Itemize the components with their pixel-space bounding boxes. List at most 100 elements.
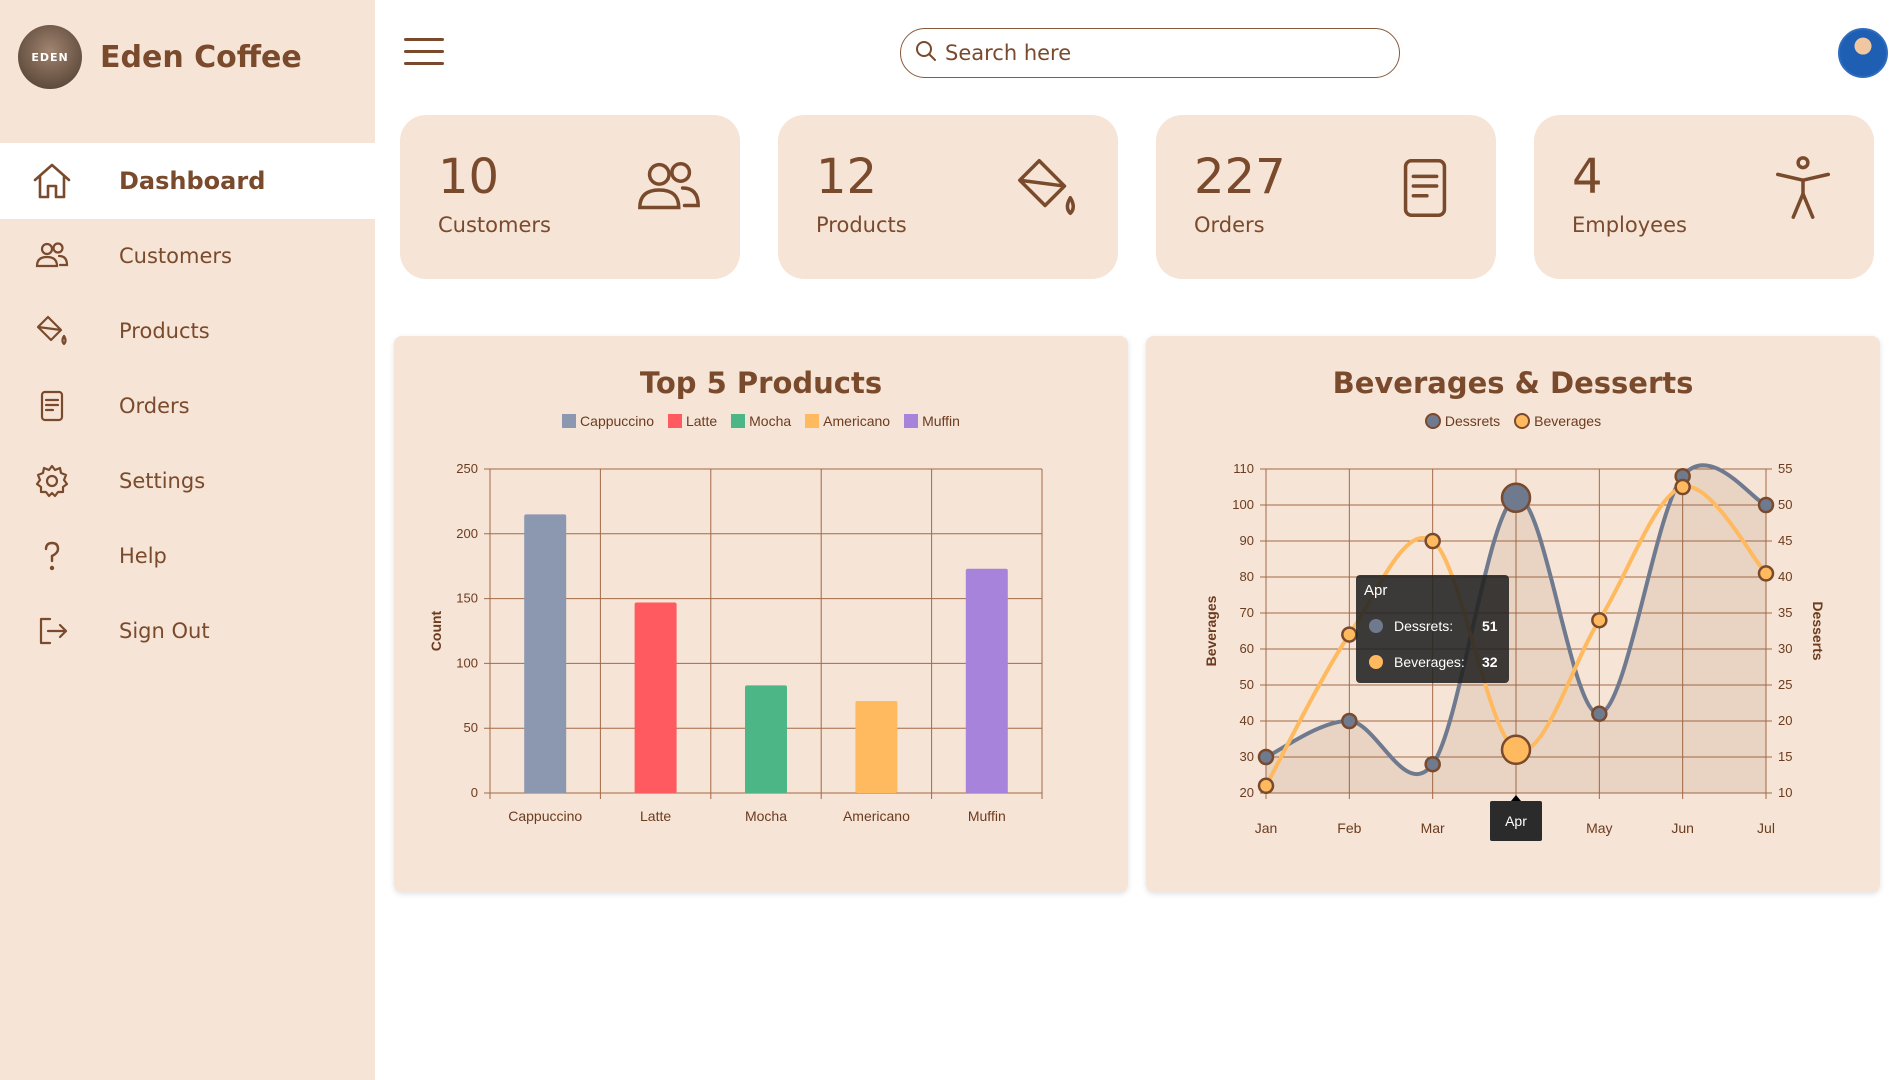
bar-chart: 0 50 100 150 200 250 Count Cappuccino Latte Mocha…	[428, 461, 1043, 824]
tooltip-value: 32	[1482, 654, 1498, 670]
y-tick-label: 50	[1240, 677, 1254, 692]
y-tick-label: 100	[1232, 497, 1254, 512]
top-products-panel: Top 5 Products Cappuccino Latte Mocha Ameri…	[394, 336, 1128, 892]
y-axis-title: Count	[428, 610, 444, 651]
x-tick-label: Cappuccino	[508, 808, 582, 824]
data-point	[1257, 748, 1275, 766]
x-tick-label: Mar	[1421, 820, 1445, 836]
sidebar: EDEN Eden Coffee Dashboard Customers Pro…	[0, 0, 375, 1080]
bar	[745, 685, 787, 793]
sidebar-item-customers[interactable]: Customers	[12, 218, 375, 293]
y2-tick-label: 45	[1778, 533, 1792, 548]
stat-card-customers[interactable]: 10 Customers	[400, 115, 740, 279]
users-icon	[32, 236, 72, 276]
data-point	[1591, 611, 1608, 629]
y-tick-label: 90	[1240, 533, 1254, 548]
y-tick-label: 150	[456, 591, 478, 606]
sidebar-item-label: Help	[119, 543, 167, 568]
y-tick-label: 80	[1240, 569, 1254, 584]
sidebar-item-label: Customers	[119, 243, 232, 268]
y2-tick-label: 35	[1778, 605, 1792, 620]
y-tick-label: 110	[1233, 461, 1254, 476]
hover-x-label: Apr	[1505, 813, 1527, 829]
sidebar-item-label: Settings	[119, 468, 206, 493]
data-point	[1424, 532, 1441, 550]
x-tick-label: Latte	[640, 808, 671, 824]
eden-logo: EDEN	[18, 25, 82, 89]
sidebar-item-help[interactable]: Help	[12, 518, 375, 593]
sidebar-item-orders[interactable]: Orders	[12, 368, 375, 443]
y2-tick-label: 55	[1778, 461, 1792, 476]
x-tick-label: Americano	[843, 808, 910, 824]
bar	[855, 700, 898, 793]
data-point	[1341, 712, 1358, 730]
y-tick-label: 40	[1240, 713, 1254, 728]
data-point	[1257, 777, 1275, 795]
home-icon	[32, 161, 72, 201]
sign-out-icon	[32, 611, 72, 651]
users-icon	[634, 153, 704, 223]
sidebar-item-dashboard[interactable]: Dashboard	[12, 143, 375, 218]
sidebar-item-label: Dashboard	[119, 166, 266, 195]
data-point	[1757, 496, 1775, 514]
y-tick-label: 60	[1240, 641, 1254, 656]
data-point	[1757, 565, 1775, 582]
stat-card-orders[interactable]: 227 Orders	[1156, 115, 1496, 279]
y-tick-label: 100	[456, 655, 478, 670]
data-point	[1674, 478, 1691, 496]
x-tick-label: Jan	[1255, 820, 1278, 836]
y-tick-label: 70	[1240, 605, 1254, 620]
tooltip-swatch	[1369, 619, 1383, 633]
y2-tick-label: 10	[1778, 785, 1792, 800]
paint-bucket-icon	[32, 311, 72, 351]
y2-tick-label: 20	[1778, 713, 1792, 728]
sidebar-item-products[interactable]: Products	[12, 293, 375, 368]
y-tick-label: 30	[1240, 749, 1254, 764]
sidebar-item-settings[interactable]: Settings	[12, 443, 375, 518]
stat-card-employees[interactable]: 4 Employees	[1534, 115, 1874, 279]
search-bar[interactable]	[900, 28, 1400, 78]
tooltip-label: Dessrets:	[1394, 618, 1453, 634]
beverages-desserts-panel: Beverages & Desserts Dessrets Beverages 2…	[1146, 336, 1880, 892]
x-tick-label: Jul	[1757, 820, 1775, 836]
x-tick-label: Muffin	[968, 808, 1006, 824]
x-tick-label: Jun	[1671, 820, 1694, 836]
y-tick-label: 250	[456, 461, 478, 476]
sidebar-item-sign-out[interactable]: Sign Out	[12, 593, 375, 668]
y2-tick-label: 50	[1778, 497, 1792, 512]
search-input[interactable]	[945, 41, 1385, 65]
x-tick-label: Mocha	[745, 808, 787, 824]
gear-icon	[32, 461, 72, 501]
avatar[interactable]	[1838, 28, 1888, 78]
data-point	[1500, 734, 1532, 766]
paint-bucket-icon	[1012, 153, 1082, 223]
x-tick-label: Feb	[1337, 820, 1361, 836]
y-tick-label: 50	[464, 720, 478, 735]
y2-tick-label: 30	[1778, 641, 1792, 656]
bar	[634, 602, 677, 793]
y2-tick-label: 25	[1778, 677, 1792, 692]
y2-tick-label: 15	[1778, 749, 1792, 764]
sidebar-item-label: Orders	[119, 393, 190, 418]
document-icon	[32, 386, 72, 426]
document-icon	[1390, 153, 1460, 223]
y2-axis-title: Desserts	[1810, 601, 1826, 660]
sidebar-item-label: Products	[119, 318, 210, 343]
question-icon	[32, 536, 72, 576]
tooltip-swatch	[1369, 655, 1383, 669]
brand[interactable]: EDEN Eden Coffee	[18, 24, 302, 90]
stat-card-products[interactable]: 12 Products	[778, 115, 1118, 279]
data-point	[1591, 705, 1608, 723]
bar	[524, 514, 567, 793]
y2-tick-label: 40	[1778, 569, 1792, 584]
x-tick-label: May	[1586, 820, 1612, 836]
sidebar-nav: Dashboard Customers Products Orders Sett…	[12, 143, 375, 668]
bar	[965, 568, 1008, 793]
hamburger-menu-icon[interactable]	[404, 38, 444, 68]
sidebar-item-label: Sign Out	[119, 618, 210, 643]
data-point	[1424, 755, 1441, 773]
y-axis-title: Beverages	[1203, 595, 1219, 666]
tooltip-title: Apr	[1364, 582, 1387, 599]
hover-caret	[1511, 795, 1521, 801]
accessibility-icon	[1768, 153, 1838, 223]
